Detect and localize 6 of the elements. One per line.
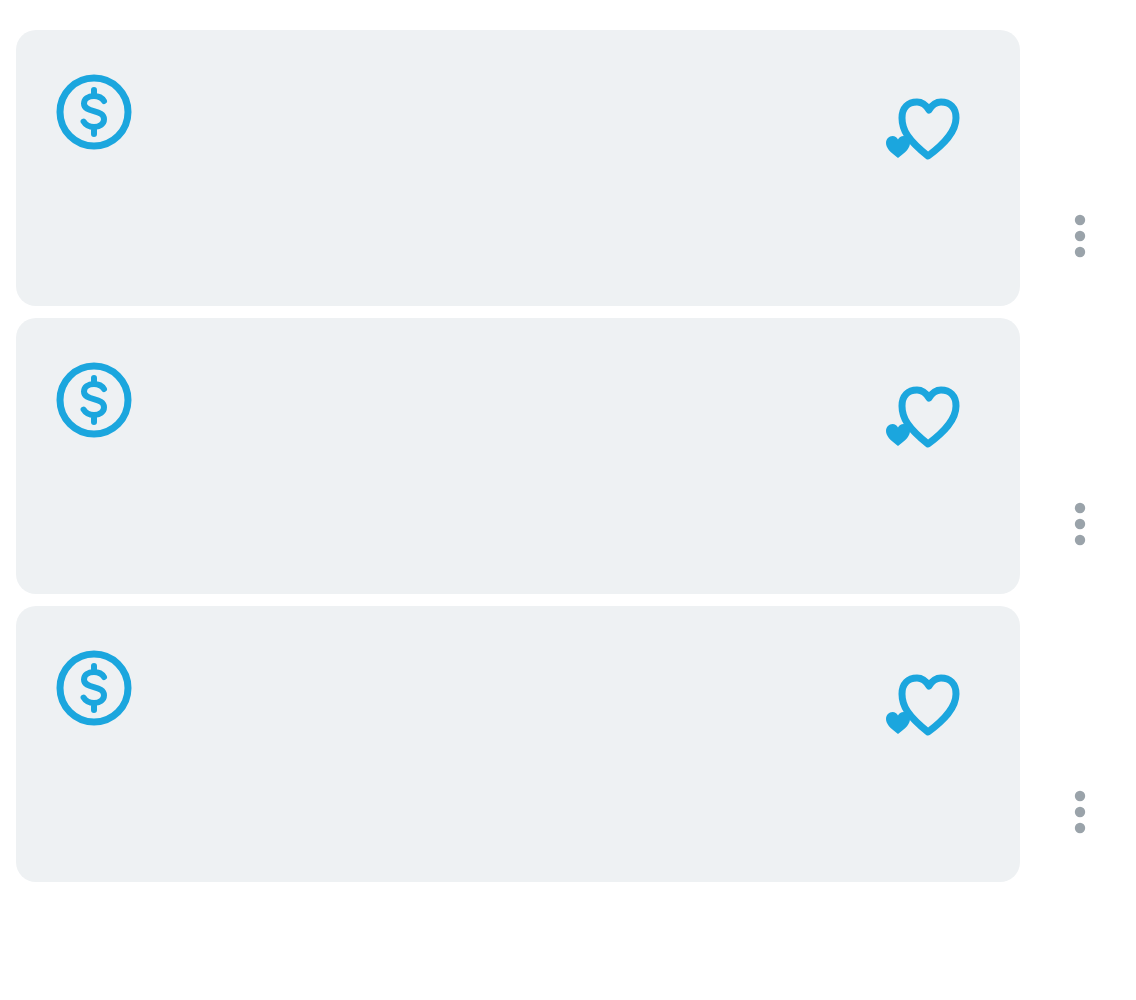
dollar-icon (54, 72, 134, 152)
dollar-icon (54, 648, 134, 728)
dollar-icon (54, 360, 134, 440)
more-options-icon[interactable] (1072, 214, 1088, 258)
more-options-icon[interactable] (1072, 502, 1088, 546)
more-options-icon[interactable] (1072, 790, 1088, 834)
